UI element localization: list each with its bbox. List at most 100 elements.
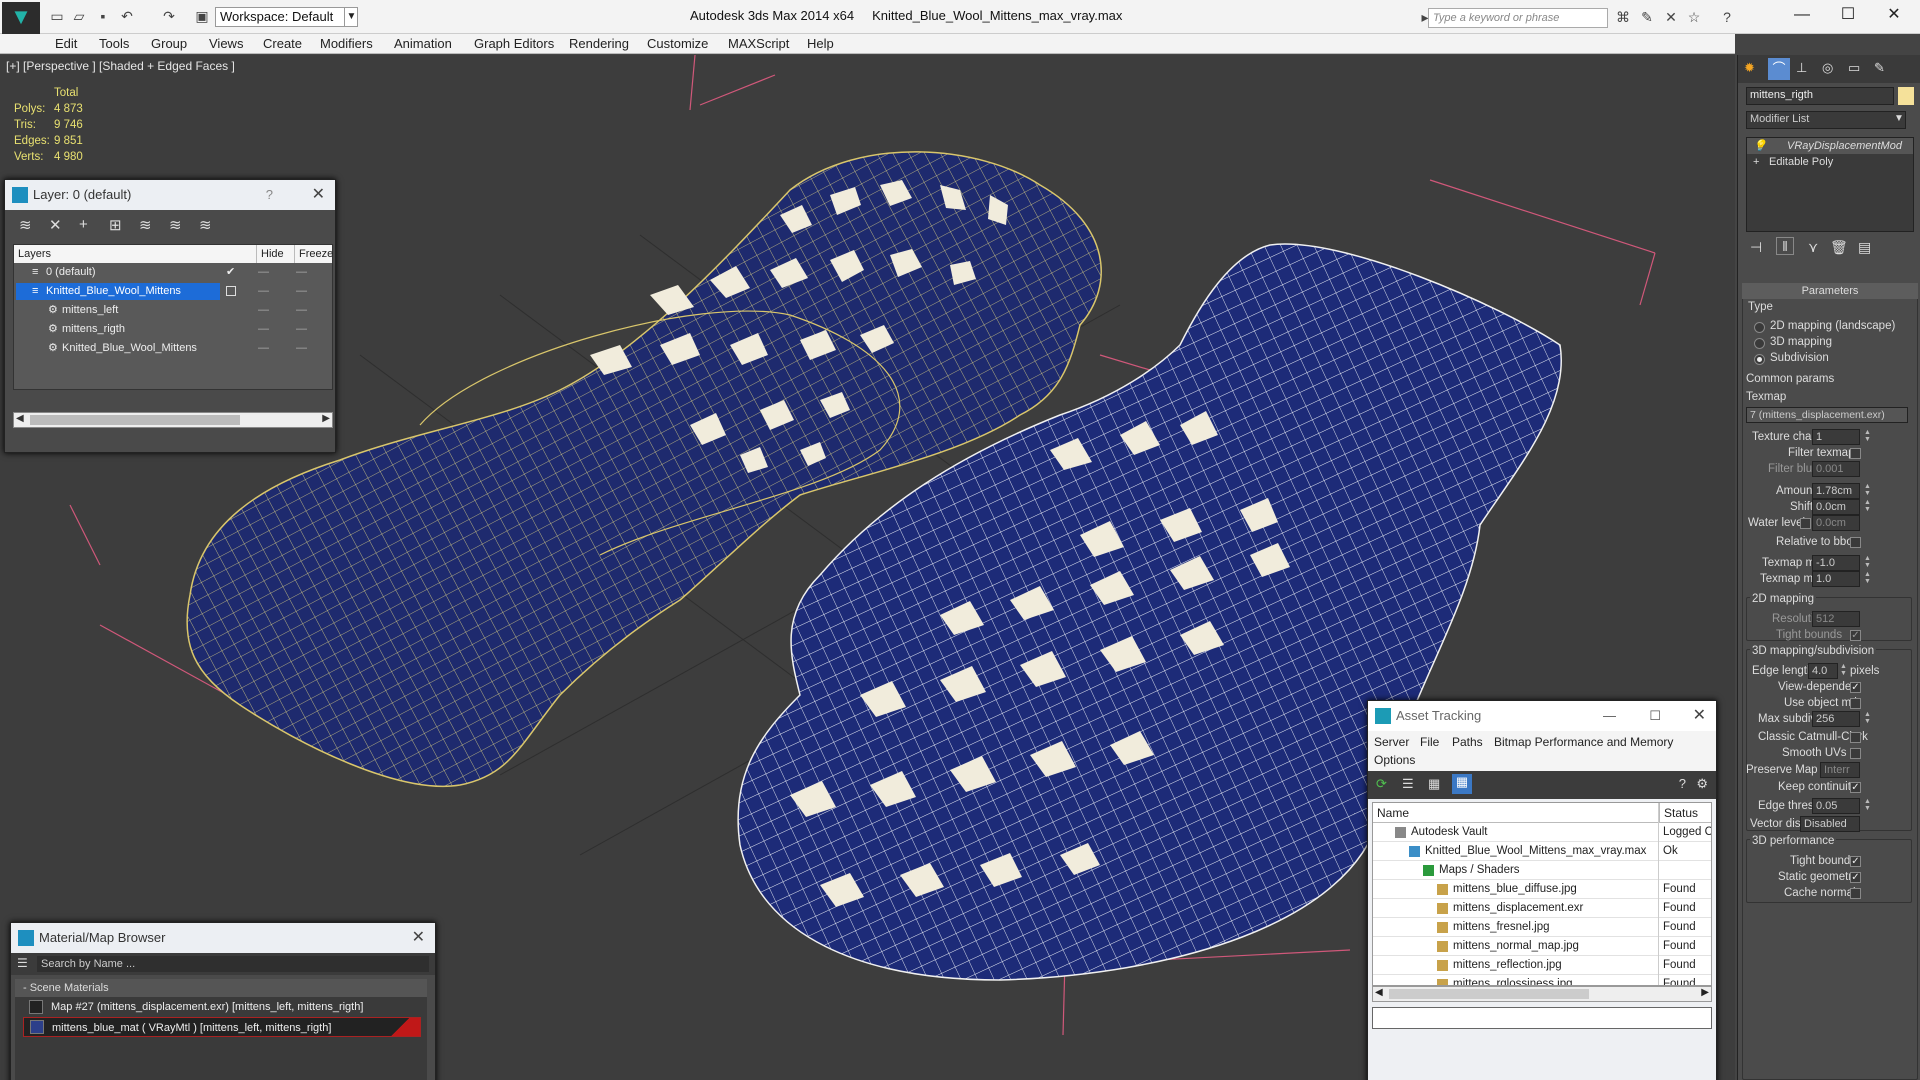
asset-menu-options[interactable]: Options [1374,753,1415,767]
menu-animation[interactable]: Animation [394,34,452,54]
make-unique-icon[interactable]: ⋎ [1808,239,1818,256]
freeze-toggle[interactable]: — [296,339,307,358]
menu-views[interactable]: Views [209,34,243,54]
display-tab-icon[interactable]: ▭ [1848,60,1860,76]
spinner-icon[interactable]: ▲ ▼ [1864,798,1871,812]
keep-continuity-checkbox[interactable]: ✓ [1850,782,1861,793]
thumbnail-view-icon[interactable]: ▦ [1428,776,1440,792]
classic-catmull-checkbox[interactable] [1850,732,1861,743]
preserve-map-bnd-dropdown[interactable]: Interr [1820,762,1860,778]
spinner-icon[interactable]: ▲ ▼ [1840,663,1847,677]
filter-texmap-checkbox[interactable] [1850,448,1861,459]
asset-path-field[interactable] [1372,1007,1712,1029]
current-layer-box[interactable] [226,286,236,296]
subscription-icon[interactable]: ✎ [1638,9,1656,25]
table-view-icon[interactable]: ▦ [1452,774,1472,794]
spinner-icon[interactable]: ▲ ▼ [1864,571,1871,585]
scroll-thumb[interactable] [1389,989,1589,999]
modifier-stack-item[interactable]: 💡 VRayDisplacementMod [1747,138,1913,154]
freeze-toggle[interactable]: — [296,282,307,301]
menu-create[interactable]: Create [263,34,302,54]
amount-input[interactable]: 1.78cm [1812,483,1860,499]
chevron-down-icon[interactable]: ▼ [1894,113,1904,124]
project-folder-icon[interactable]: ▣ [193,8,211,24]
minimize-icon[interactable]: — [1603,701,1616,731]
asset-horizontal-scrollbar[interactable]: ◀ ▶ [1372,986,1712,1002]
shift-input[interactable]: 0.0cm [1812,499,1860,515]
minimize-button[interactable]: — [1780,2,1824,28]
freeze-all-layers-icon[interactable]: ≋ [199,216,212,234]
maximize-icon[interactable]: ☐ [1649,701,1661,731]
hide-all-layers-icon[interactable]: ≋ [169,216,182,234]
help-icon[interactable]: ? [1718,9,1736,25]
open-file-icon[interactable]: ▱ [70,8,88,24]
remove-modifier-icon[interactable]: 🗑 [1830,239,1848,256]
smooth-uvs-checkbox[interactable] [1850,748,1861,759]
create-tab-icon[interactable]: ✹ [1744,60,1755,76]
close-icon[interactable]: ✕ [412,923,425,953]
communication-icon[interactable]: ✕ [1662,9,1680,25]
asset-menu-file[interactable]: File [1420,735,1439,749]
texmap-min-input[interactable]: -1.0 [1812,555,1860,571]
highlight-layer-icon[interactable]: ≋ [139,216,152,234]
list-view-icon[interactable]: ☰ [1402,776,1414,792]
menu-customize[interactable]: Customize [647,34,708,54]
hide-toggle[interactable]: — [258,301,269,320]
spinner-icon[interactable]: ▲ ▼ [1864,711,1871,725]
material-item[interactable]: mittens_blue_mat ( VRayMtl ) [mittens_le… [23,1017,421,1037]
scroll-right-icon[interactable]: ▶ [322,413,330,424]
scroll-left-icon[interactable]: ◀ [1375,987,1383,998]
chevron-down-icon[interactable]: ▼ [344,7,358,27]
help-icon[interactable]: ? [266,180,273,210]
workspace-dropdown[interactable]: Workspace: Default [215,7,358,27]
vector-displ-dropdown[interactable]: Disabled [1800,816,1860,832]
max-subdivs-input[interactable]: 256 [1812,711,1860,727]
asset-menu-server[interactable]: Server [1374,735,1409,749]
spinner-icon[interactable]: ▲ ▼ [1864,429,1871,443]
undo-icon[interactable]: ↶ [118,8,136,24]
freeze-toggle[interactable]: — [296,301,307,320]
menu-rendering[interactable]: Rendering [569,34,629,54]
hide-column[interactable]: Hide [256,245,284,263]
status-column[interactable]: Status [1659,803,1698,823]
spinner-icon[interactable]: ▲ ▼ [1864,499,1871,513]
asset-menu-paths[interactable]: Paths [1452,735,1483,749]
redo-icon[interactable]: ↷ [160,8,178,24]
menu-help[interactable]: Help [807,34,834,54]
use-object-mtl-checkbox[interactable] [1850,698,1861,709]
hide-toggle[interactable]: — [258,320,269,339]
asset-row[interactable]: mittens_fresnel.jpg Found [1373,918,1711,937]
freeze-column[interactable]: Freeze [294,245,333,263]
pin-stack-icon[interactable]: ⊣ [1750,239,1762,256]
radio-subdivision[interactable] [1754,354,1765,365]
motion-tab-icon[interactable]: ◎ [1822,60,1833,76]
perspective-viewport[interactable]: [+] [Perspective ] [Shaded + Edged Faces… [0,55,1735,1080]
filter-icon[interactable]: ☰ [17,956,28,970]
scroll-right-icon[interactable]: ▶ [1701,987,1709,998]
name-column[interactable]: Name [1377,803,1409,823]
close-button[interactable]: ✕ [1872,2,1916,28]
object-name-field[interactable]: mittens_rigth [1746,87,1894,105]
app-logo-icon[interactable]: ▼ [2,2,40,34]
options-icon[interactable]: ⚙ [1696,776,1708,792]
object-color-swatch[interactable] [1898,87,1914,105]
close-icon[interactable]: ✕ [1693,701,1706,731]
help-search-input[interactable]: Type a keyword or phrase [1428,8,1608,28]
layer-row[interactable]: ⚙ mittens_rigth — — [14,320,332,339]
save-icon[interactable]: ▪ [94,8,112,24]
asset-row[interactable]: Knitted_Blue_Wool_Mittens_max_vray.max Ok [1373,842,1711,861]
hide-toggle[interactable]: — [258,339,269,358]
new-file-icon[interactable]: ▭ [48,8,66,24]
static-geometry-checkbox[interactable]: ✓ [1850,872,1861,883]
hierarchy-tab-icon[interactable]: ⊥ [1796,60,1807,76]
cache-normals-checkbox[interactable] [1850,888,1861,899]
radio-2d-mapping[interactable] [1754,322,1765,333]
menu-group[interactable]: Group [151,34,187,54]
freeze-toggle[interactable]: — [296,320,307,339]
material-item[interactable]: Map #27 (mittens_displacement.exr) [mitt… [15,997,427,1017]
layer-horizontal-scrollbar[interactable]: ◀ ▶ [13,412,333,428]
menu-edit[interactable]: Edit [55,34,77,54]
edge-length-input[interactable]: 4.0 [1808,663,1838,679]
configure-sets-icon[interactable]: ▤ [1858,239,1871,256]
scene-materials-header[interactable]: - Scene Materials [15,979,427,997]
